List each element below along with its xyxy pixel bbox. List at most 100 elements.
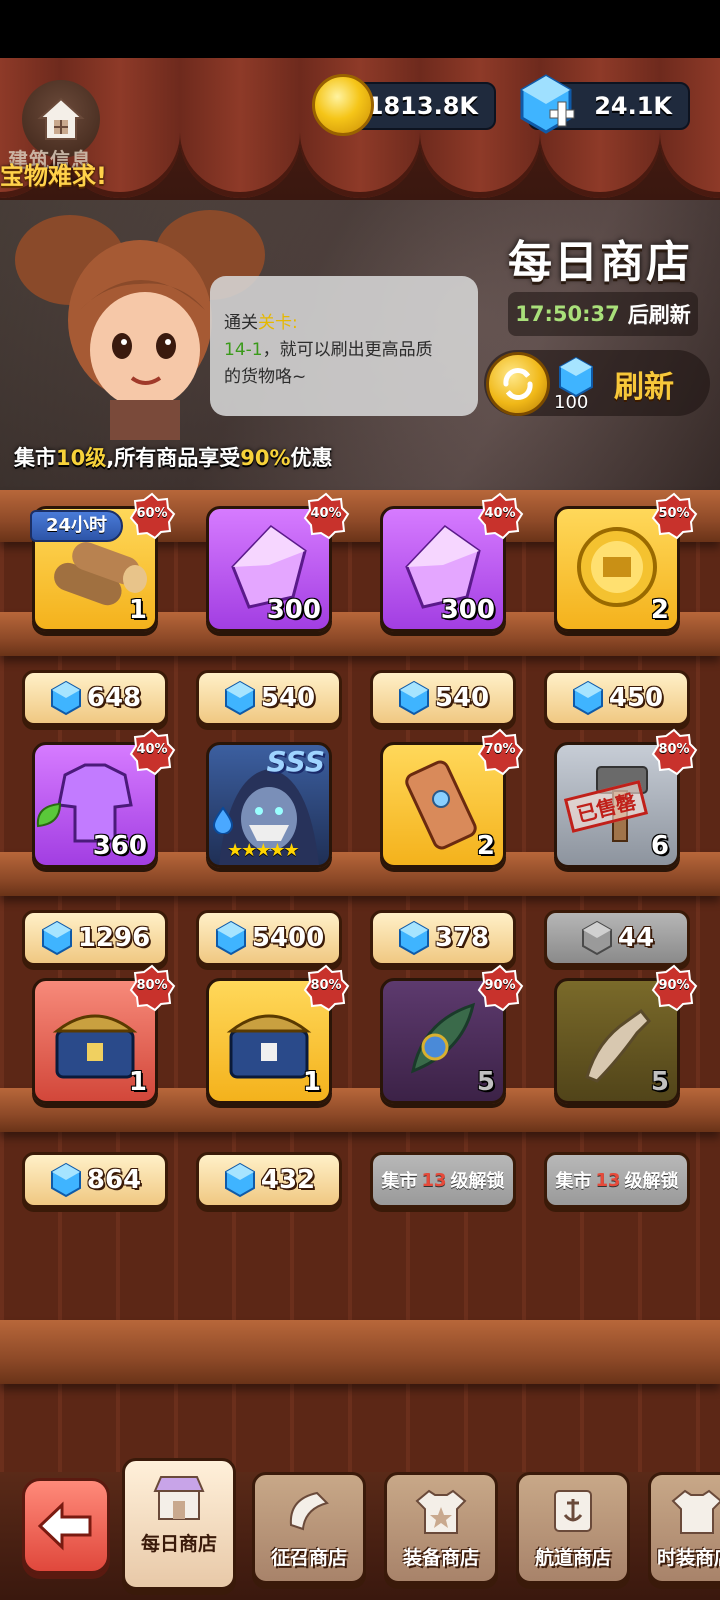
tab-daily-shop[interactable]: 每日商店	[122, 1458, 236, 1590]
discount-badge: 40%	[476, 492, 524, 540]
ticker-text: 宝物难求!	[0, 162, 107, 190]
tab-label: 每日商店	[140, 1533, 217, 1555]
tab-label: 时装商店	[657, 1547, 720, 1569]
price-button[interactable]: 648	[22, 670, 168, 726]
discount-badge-text: 90%	[658, 978, 690, 993]
hero-stars: ★★★★★	[227, 840, 300, 861]
price-value: 5400	[251, 923, 325, 953]
item-qty: 300	[266, 595, 321, 625]
timer-value: 17:50:37	[515, 302, 620, 326]
coin-counter[interactable]: 1813.8K	[312, 74, 496, 136]
refresh-label: 刷新	[614, 370, 674, 405]
awning-scallop	[180, 58, 300, 198]
outfit-icon	[671, 1489, 720, 1534]
price-value: 864	[86, 1165, 142, 1195]
price-button[interactable]: 1296	[22, 910, 168, 966]
speech-line3: 的货物咯~	[224, 367, 307, 387]
locked-price-button[interactable]: 集市 13 级解锁	[370, 1152, 516, 1208]
discount-badge-text: 70%	[484, 742, 516, 757]
price-button[interactable]: 540	[196, 670, 342, 726]
refresh-cost: 100	[554, 392, 589, 413]
water-drop-icon	[212, 806, 234, 834]
price-value: 44	[617, 923, 655, 953]
leaf-icon	[36, 802, 62, 828]
discount-badge-text: 80%	[658, 742, 690, 757]
gem-counter[interactable]: 24.1K	[520, 74, 690, 134]
discount-badge: 40%	[128, 728, 176, 776]
price-value: 540	[260, 683, 316, 713]
gem-icon	[398, 680, 429, 716]
discount-badge-text: 60%	[136, 506, 168, 521]
shelf-plank	[0, 1320, 720, 1384]
discount-badge-text: 50%	[658, 506, 690, 521]
price-button[interactable]: 450	[544, 670, 690, 726]
item-qty: 360	[92, 831, 147, 861]
discount-badge-text: 80%	[310, 978, 342, 993]
locked-price-button[interactable]: 集市 13 级解锁	[544, 1152, 690, 1208]
store-icon	[153, 1476, 205, 1520]
discount-badge: 80%	[302, 964, 350, 1012]
tab-label: 装备商店	[402, 1547, 479, 1569]
item-qty: 2	[650, 595, 669, 625]
price-value: 1296	[77, 923, 151, 953]
tab-equipment-shop[interactable]: 装备商店	[384, 1472, 498, 1584]
discount-badge-text: 80%	[136, 978, 168, 993]
item-qty: 5	[476, 1067, 495, 1097]
speech-line2: ，就可以刷出更高品质	[262, 340, 433, 360]
shirt-icon	[415, 1489, 467, 1534]
locked-level: 13	[595, 1169, 621, 1191]
item-qty: 300	[440, 595, 495, 625]
anchor-scroll-icon	[554, 1490, 592, 1532]
speech-line1-prefix: 通关	[224, 313, 258, 333]
refresh-icon	[486, 352, 550, 416]
price-value: 540	[434, 683, 490, 713]
tab-label: 航道商店	[534, 1547, 611, 1569]
price-button[interactable]: 378	[370, 910, 516, 966]
price-button[interactable]: 5400	[196, 910, 342, 966]
discount-badge: 90%	[476, 964, 524, 1012]
price-value: 378	[434, 923, 490, 953]
awning-header: 建筑信息 宝物难求! 1813.8K 24.1K	[0, 58, 720, 200]
locked-suffix: 级解锁	[624, 1171, 679, 1192]
time-limit-tag: 24小时	[30, 510, 124, 542]
coin-icon	[312, 74, 374, 136]
discount-badge: 80%	[650, 728, 698, 776]
price-button-sold-out: 44	[544, 910, 690, 966]
gem-icon	[398, 920, 429, 956]
item-qty: 2	[476, 831, 495, 861]
item-qty: 1	[128, 595, 147, 625]
speech-stage: 14-1	[224, 340, 263, 360]
tab-recruit-shop[interactable]: 征召商店	[252, 1472, 366, 1584]
discount-level: 10级	[56, 446, 107, 470]
tab-label: 征召商店	[270, 1547, 347, 1569]
gem-icon	[572, 680, 603, 716]
discount-badge: 90%	[650, 964, 698, 1012]
item-qty: 6	[650, 831, 669, 861]
discount-badge: 50%	[650, 492, 698, 540]
timer-suffix: 后刷新	[627, 303, 691, 327]
locked-suffix: 级解锁	[450, 1171, 505, 1192]
item-qty: 1	[128, 1067, 147, 1097]
speech-bubble: 通关关卡: 14-1，就可以刷出更高品质 的货物咯~	[210, 276, 478, 416]
gem-amount: 24.1K	[594, 92, 672, 120]
gem-icon	[41, 920, 72, 956]
price-button[interactable]: 864	[22, 1152, 168, 1208]
hero-rank: SSS	[266, 745, 325, 778]
tab-route-shop[interactable]: 航道商店	[516, 1472, 630, 1584]
shop-item-hero-card[interactable]: SSS ★★★★★	[206, 742, 332, 868]
tab-fashion-shop[interactable]: 时装商店	[648, 1472, 720, 1584]
shop-screen: 建筑信息 宝物难求! 1813.8K 24.1K 通关关卡: 14-1，就可以刷…	[0, 58, 720, 1600]
locked-prefix: 集市	[381, 1171, 418, 1192]
grey-gem-icon	[581, 920, 612, 956]
discount-badge-text: 90%	[484, 978, 516, 993]
price-value: 450	[608, 683, 664, 713]
price-button[interactable]: 540	[370, 670, 516, 726]
refresh-button[interactable]: 100 刷新	[484, 350, 710, 416]
discount-badge: 40%	[302, 492, 350, 540]
discount-badge: 80%	[128, 964, 176, 1012]
item-qty: 1	[302, 1067, 321, 1097]
page-title: 每日商店	[508, 237, 692, 288]
price-button[interactable]: 432	[196, 1152, 342, 1208]
back-button[interactable]	[22, 1478, 110, 1574]
gem-icon	[50, 680, 81, 716]
